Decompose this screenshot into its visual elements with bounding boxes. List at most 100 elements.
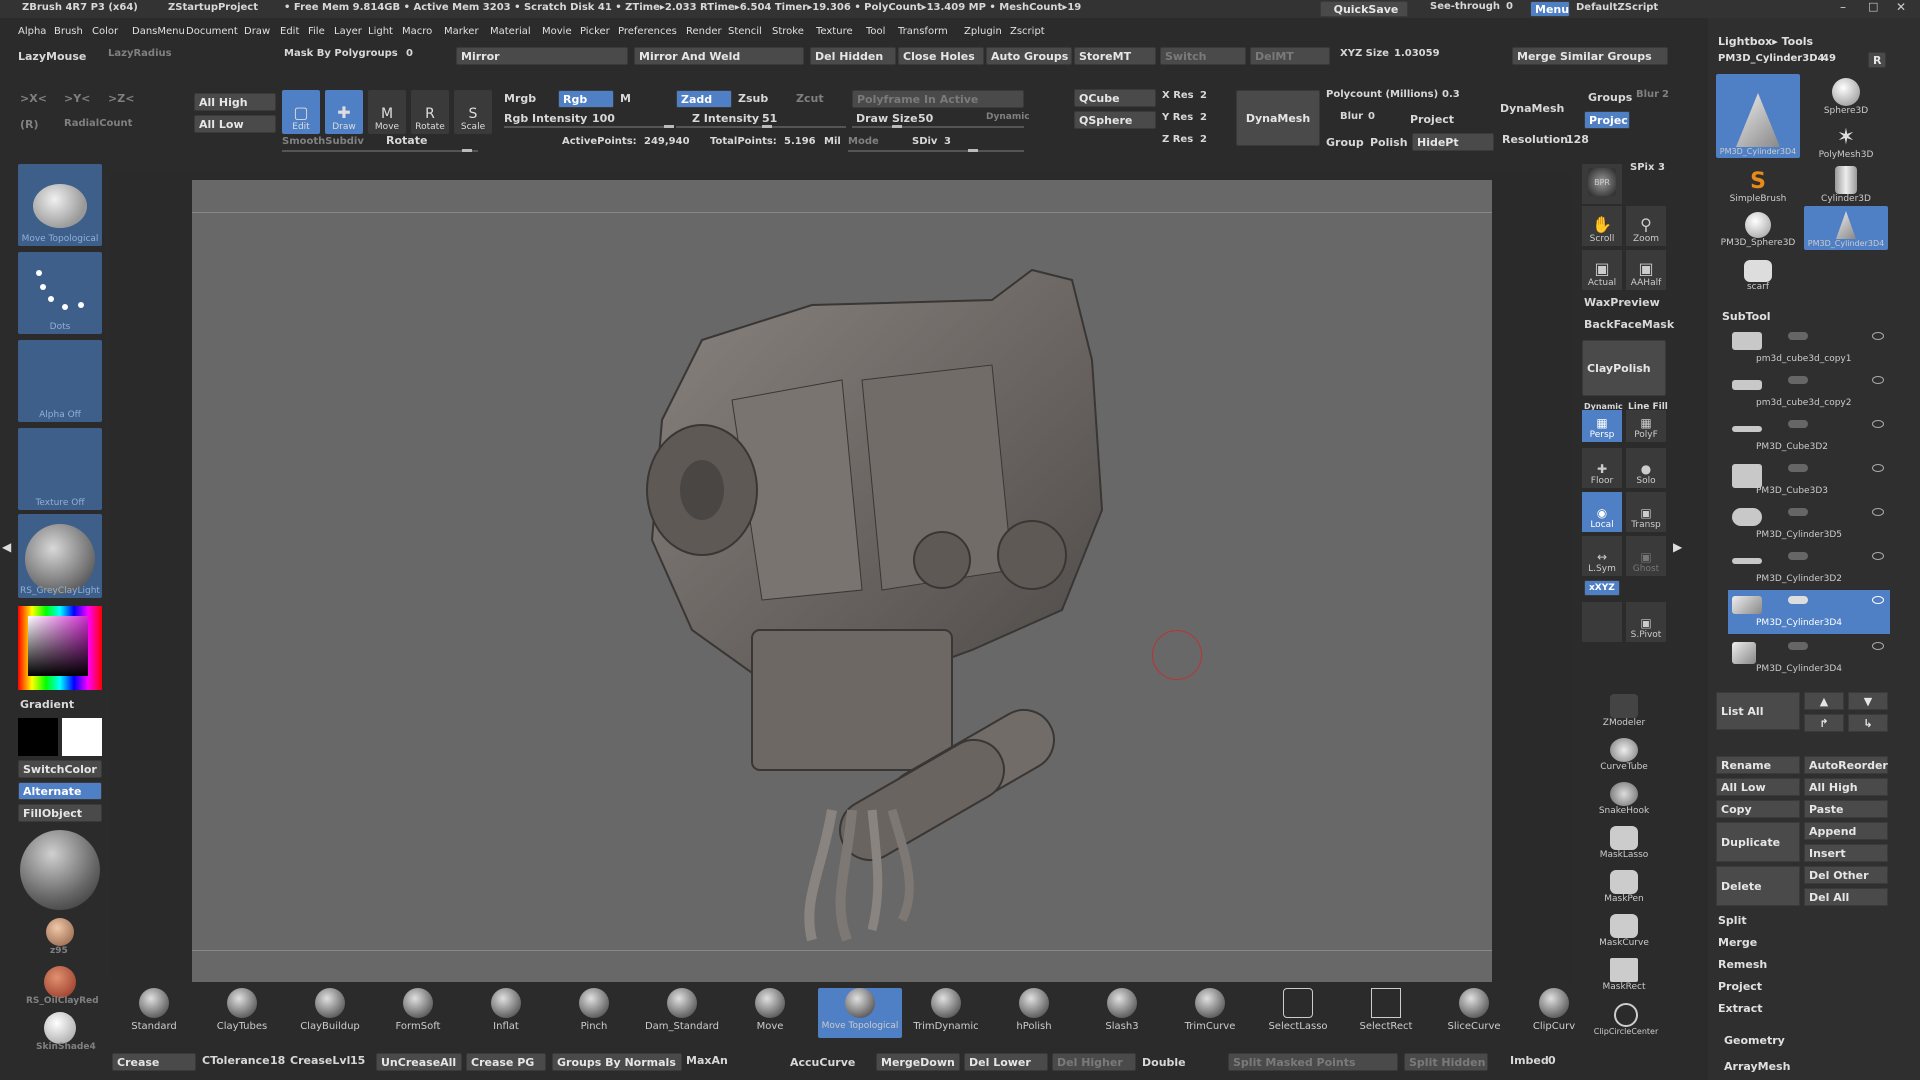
sdiv-label[interactable]: SDiv [912,136,937,147]
xyz-size-label[interactable]: XYZ Size [1340,48,1389,59]
duplicate-button[interactable]: Duplicate [1716,822,1800,862]
ctolerance-label[interactable]: CTolerance [202,1054,270,1067]
subtool-header[interactable]: SubTool [1722,310,1771,323]
zmodeler-brush[interactable]: ZModeler [1603,690,1645,730]
scroll-button[interactable]: ✋ Scroll [1582,206,1622,246]
material-skinshade-icon[interactable] [44,1012,76,1044]
eye-icon[interactable] [1872,596,1884,604]
menu-alpha[interactable]: Alpha [18,26,46,37]
all-low-button[interactable]: All Low [194,115,276,133]
draw-size-slider[interactable] [852,125,1024,128]
main-color-swatch[interactable] [62,718,102,756]
local-button[interactable]: ◉ Local [1582,492,1622,532]
merge-similar-groups-button[interactable]: Merge Similar Groups [1512,47,1668,65]
subtool-row[interactable]: PM3D_Cube3D3 [1728,458,1890,500]
material-thumbnail[interactable]: RS_GreyClayLight [18,514,102,598]
claypolish-button[interactable]: ClayPolish [1582,340,1666,396]
zoom-button[interactable]: ⚲ Zoom [1626,206,1666,246]
close-holes-button[interactable]: Close Holes [898,47,984,65]
menu-dansmenu[interactable]: DansMenu [132,26,185,37]
subtool-toggle[interactable] [1788,642,1808,650]
rotate-label[interactable]: Rotate [386,134,427,147]
arraymesh-section[interactable]: ArrayMesh [1724,1060,1790,1073]
menu-transform[interactable]: Transform [898,26,948,37]
mirror-and-weld-button[interactable]: Mirror And Weld [634,47,804,65]
eye-icon[interactable] [1872,642,1884,650]
brush-formsoft[interactable]: FormSoft [378,988,458,1038]
crease-pg-button[interactable]: Crease PG [466,1053,546,1071]
scale-mode-button[interactable]: S Scale [454,90,492,134]
switchcolor-button[interactable]: SwitchColor [18,760,102,778]
eye-icon[interactable] [1872,464,1884,472]
transp-button[interactable]: ▣ Transp [1626,492,1666,532]
all-high-button[interactable]: All High [194,93,276,111]
subtool-row[interactable]: pm3d_cube3d_copy1 [1728,326,1890,368]
move-down-button[interactable]: ▼ [1848,692,1888,710]
x-res-label[interactable]: X Res [1162,90,1194,101]
document-canvas[interactable] [192,180,1492,982]
groups-label[interactable]: Groups [1588,91,1632,104]
merge-section[interactable]: Merge [1718,936,1757,949]
menu-tool[interactable]: Tool [866,26,885,37]
maxan-label[interactable]: MaxAn [686,1054,728,1067]
groups-by-normals-button[interactable]: Groups By Normals [552,1053,682,1071]
polyframe-button[interactable]: Polyframe In Active [852,90,1024,108]
xyz-button[interactable]: xXYZ [1584,580,1620,596]
blur2-value[interactable]: 2 [1662,89,1669,100]
maskcurve-brush[interactable]: MaskCurve [1599,910,1649,950]
blur-value[interactable]: 0 [1368,111,1375,122]
geometry-section[interactable]: Geometry [1724,1034,1785,1047]
del-all-button[interactable]: Del All [1804,888,1888,906]
sym-z-label[interactable]: >Z< [108,92,134,105]
maskpen-brush[interactable]: MaskPen [1604,866,1644,906]
insert-button[interactable]: Insert [1804,844,1888,862]
qsphere-button[interactable]: QSphere [1074,111,1156,129]
stroke-thumbnail[interactable]: Dots [18,252,102,334]
x-res-value[interactable]: 2 [1200,90,1207,101]
draw-mode-button[interactable]: ✚ Draw [325,90,363,134]
append-button[interactable]: Append [1804,822,1888,840]
lightbox-item-simplebrush[interactable]: S SimpleBrush [1716,162,1800,206]
menu-picker[interactable]: Picker [580,26,610,37]
switch-button[interactable]: Switch [1160,47,1246,65]
zadd-button[interactable]: Zadd [676,90,732,108]
creaselvl-value[interactable]: 15 [350,1054,365,1067]
lightbox-tools-label[interactable]: Lightbox▸ Tools [1718,35,1813,48]
eye-icon[interactable] [1872,376,1884,384]
gradient-label[interactable]: Gradient [20,698,74,711]
menu-brush[interactable]: Brush [54,26,83,37]
bpr-button[interactable]: BPR [1582,164,1622,204]
waxpreview-button[interactable]: WaxPreview [1584,296,1660,309]
lsym-button[interactable]: ↔ L.Sym [1582,536,1622,576]
clipcirclecenter-brush[interactable]: ClipCircleCenter [1594,998,1658,1038]
spivot-button[interactable]: ▣ S.Pivot [1626,602,1666,642]
solo-button[interactable]: ● Solo [1626,448,1666,488]
del-other-button[interactable]: Del Other [1804,866,1888,884]
dynamesh-label[interactable]: DynaMesh [1500,102,1564,115]
move-up-button[interactable]: ▲ [1804,692,1844,710]
floor-button[interactable]: ✚ Floor [1582,448,1622,488]
menu-movie[interactable]: Movie [542,26,572,37]
lightbox-item-pm3d-sphere3d[interactable]: PM3D_Sphere3D [1716,206,1800,250]
ghost-button[interactable]: ▣ Ghost [1626,536,1666,576]
subtool-row[interactable]: PM3D_Cube3D2 [1728,414,1890,456]
draw-size-value[interactable]: 50 [918,112,933,125]
uncreaseall-button[interactable]: UnCreaseAll [376,1053,462,1071]
project-label[interactable]: Project [1410,113,1454,126]
alternate-button[interactable]: Alternate [18,782,102,800]
close-icon[interactable]: ✕ [1896,0,1906,14]
list-all-button[interactable]: List All [1716,692,1800,730]
sdiv-slider[interactable] [848,149,1024,152]
menu-file[interactable]: File [308,26,325,37]
resolution-label[interactable]: Resolution [1502,133,1568,146]
del-higher-button[interactable]: Del Higher [1052,1053,1136,1071]
subtool-all-low-button[interactable]: All Low [1716,778,1800,796]
alpha-thumbnail[interactable]: Alpha Off [18,340,102,422]
sym-x-label[interactable]: >X< [20,92,47,105]
z-intensity-slider[interactable] [676,125,846,128]
radial-r-label[interactable]: (R) [20,118,39,131]
brush-selectrect[interactable]: SelectRect [1346,988,1426,1038]
brush-inflat[interactable]: Inflat [466,988,546,1038]
move-top-button[interactable]: ↱ [1804,714,1844,732]
edit-mode-button[interactable]: ▢ Edit [282,90,320,134]
